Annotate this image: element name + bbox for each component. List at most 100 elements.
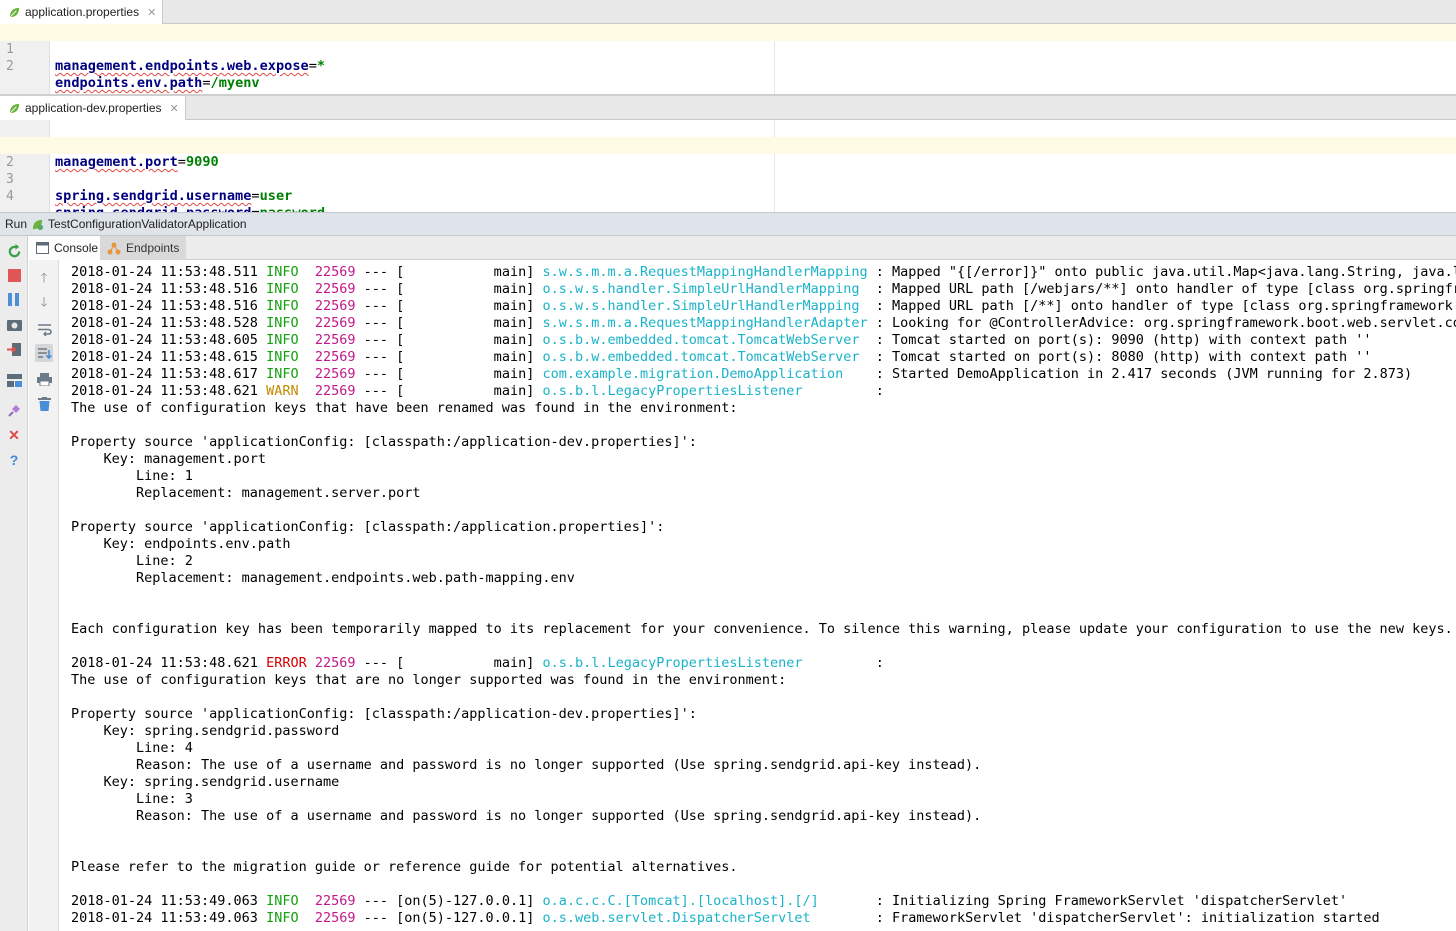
log-timestamp: 2018-01-24 11:53:48.615 [71,349,258,365]
log-thread: main [404,315,527,331]
scroll-down-icon[interactable]: 🡓 [35,294,53,313]
log-line: 2018-01-24 11:53:48.605 INFO 22569 --- [… [71,332,1372,348]
log-pid: 22569 [314,910,356,926]
log-logger: o.s.b.w.embedded.tomcat.TomcatWebServer [542,349,860,365]
log-line: 2018-01-24 11:53:49.063 INFO 22569 --- [… [71,893,1348,909]
log-text: The use of configuration keys that are n… [71,672,787,688]
run-window-header: Run TestConfigurationValidatorApplicatio… [0,212,1456,236]
log-timestamp: 2018-01-24 11:53:48.528 [71,315,258,331]
log-text: Each configuration key has been temporar… [71,621,1453,637]
log-logger: o.s.b.w.embedded.tomcat.TomcatWebServer [542,332,860,348]
log-line: Please refer to the migration guide or r… [71,859,737,876]
tab-endpoints[interactable]: Endpoints [100,236,187,260]
log-pid: 22569 [314,298,356,314]
code-line[interactable]: 1 management.port=9090 [0,120,1456,170]
code-line[interactable]: 3 spring.sendgrid.username=user [0,154,1456,204]
log-level: WARN [266,383,299,399]
pin-icon[interactable] [5,402,23,420]
log-message: Started DemoApplication in 2.417 seconds… [891,366,1413,382]
stop-icon[interactable] [5,266,23,284]
log-logger: o.s.web.servlet.DispatcherServlet [542,910,811,926]
tab-application-dev-properties[interactable]: application-dev.properties ✕ [0,96,186,120]
log-level: ERROR [266,655,307,671]
editor-pane-2[interactable]: 1 management.port=9090 2 3 spring.sendgr… [0,120,1456,221]
code-line[interactable]: 2 [0,137,1456,170]
log-timestamp: 2018-01-24 11:53:48.621 [71,383,258,399]
help-icon[interactable]: ? [5,451,23,469]
log-line: 2018-01-24 11:53:48.511 INFO 22569 --- [… [71,264,1456,281]
run-config-name[interactable]: TestConfigurationValidatorApplication [48,217,247,231]
log-pid: 22569 [314,349,356,365]
pause-icon[interactable] [5,290,23,308]
close-icon[interactable]: ✕ [147,6,156,19]
log-message: Tomcat started on port(s): 9090 (http) w… [891,332,1372,348]
log-text: Line: 1 [71,468,193,484]
log-line: The use of configuration keys that are n… [71,672,786,689]
log-timestamp: 2018-01-24 11:53:48.605 [71,332,258,348]
log-text: Key: endpoints.env.path [71,536,291,552]
log-timestamp: 2018-01-24 11:53:48.516 [71,298,258,314]
log-logger: o.s.w.s.handler.SimpleUrlHandlerMapping [542,281,860,297]
layout-icon[interactable] [5,371,23,389]
log-line: 2018-01-24 11:53:48.621 WARN 22569 --- [… [71,383,892,399]
print-icon[interactable] [35,370,53,388]
close-icon[interactable]: ✕ [5,426,23,444]
console-icon [36,242,49,254]
code-line[interactable]: 4 spring.sendgrid.password=password [0,171,1456,221]
log-line: Property source 'applicationConfig: [cla… [71,519,664,536]
equals-sign: = [202,75,211,91]
log-line: Key: endpoints.env.path [71,536,291,553]
soft-wrap-icon[interactable] [35,320,53,338]
log-text: Key: spring.sendgrid.password [71,723,340,739]
console-toolbar: 🡑 🡓 [29,260,59,931]
editor-pane-1[interactable]: 1 management.endpoints.web.expose=* 2 en… [0,24,1456,94]
log-text: Reason: The use of a username and passwo… [71,757,982,773]
code-line[interactable]: 1 management.endpoints.web.expose=* [0,24,1456,74]
rerun-icon[interactable] [5,242,23,260]
log-line: 2018-01-24 11:53:48.516 INFO 22569 --- [… [71,281,1456,298]
editor-tabbar-1: application.properties ✕ [0,0,1456,24]
log-timestamp: 2018-01-24 11:53:49.063 [71,893,258,909]
log-level: INFO [266,332,299,348]
endpoints-icon [107,242,121,254]
log-thread: main [404,332,527,348]
property-value: * [316,58,326,74]
log-level: INFO [266,910,299,926]
log-pid: 22569 [314,893,356,909]
log-level: INFO [266,264,299,280]
clear-all-icon[interactable] [35,395,53,413]
log-message: Tomcat started on port(s): 8080 (http) w… [891,349,1372,365]
log-thread: on(5)-127.0.0.1 [404,893,527,909]
log-logger: s.w.s.m.m.a.RequestMappingHandlerMapping [542,264,868,280]
equals-sign: = [308,58,317,74]
log-pid: 22569 [314,383,356,399]
scroll-up-icon[interactable]: 🡑 [35,270,53,289]
log-timestamp: 2018-01-24 11:53:48.511 [71,264,258,280]
log-text: Reason: The use of a username and passwo… [71,808,982,824]
property-key: endpoints.env.path [55,75,203,91]
log-line: 2018-01-24 11:53:48.615 INFO 22569 --- [… [71,349,1372,365]
log-logger: o.s.w.s.handler.SimpleUrlHandlerMapping [542,298,860,314]
log-line: Property source 'applicationConfig: [cla… [71,706,697,723]
log-level: INFO [266,281,299,297]
close-icon[interactable]: ✕ [170,102,179,115]
log-logger: s.w.s.m.m.a.RequestMappingHandlerAdapter [542,315,868,331]
log-level: INFO [266,893,299,909]
spring-leaf-icon [9,103,20,113]
scroll-to-end-icon[interactable] [35,344,53,362]
log-thread: main [404,349,527,365]
log-line: 2018-01-24 11:53:48.617 INFO 22569 --- [… [71,366,1413,382]
code-line[interactable]: 2 endpoints.env.path=/myenv [0,41,1456,91]
log-level: INFO [266,315,299,331]
log-pid: 22569 [314,315,356,331]
camera-dump-icon[interactable] [5,315,23,333]
log-thread: main [404,383,527,399]
line-number: 4 [6,189,14,204]
exit-icon[interactable] [5,340,23,358]
log-logger: o.s.b.l.LegacyPropertiesListener [542,655,803,671]
tab-console[interactable]: Console [29,236,107,260]
property-value: user [259,188,293,204]
tab-application-properties[interactable]: application.properties ✕ [0,0,164,24]
console-output[interactable]: 2018-01-24 11:53:48.511 INFO 22569 --- [… [60,260,1456,931]
log-line: Line: 1 [71,468,193,485]
